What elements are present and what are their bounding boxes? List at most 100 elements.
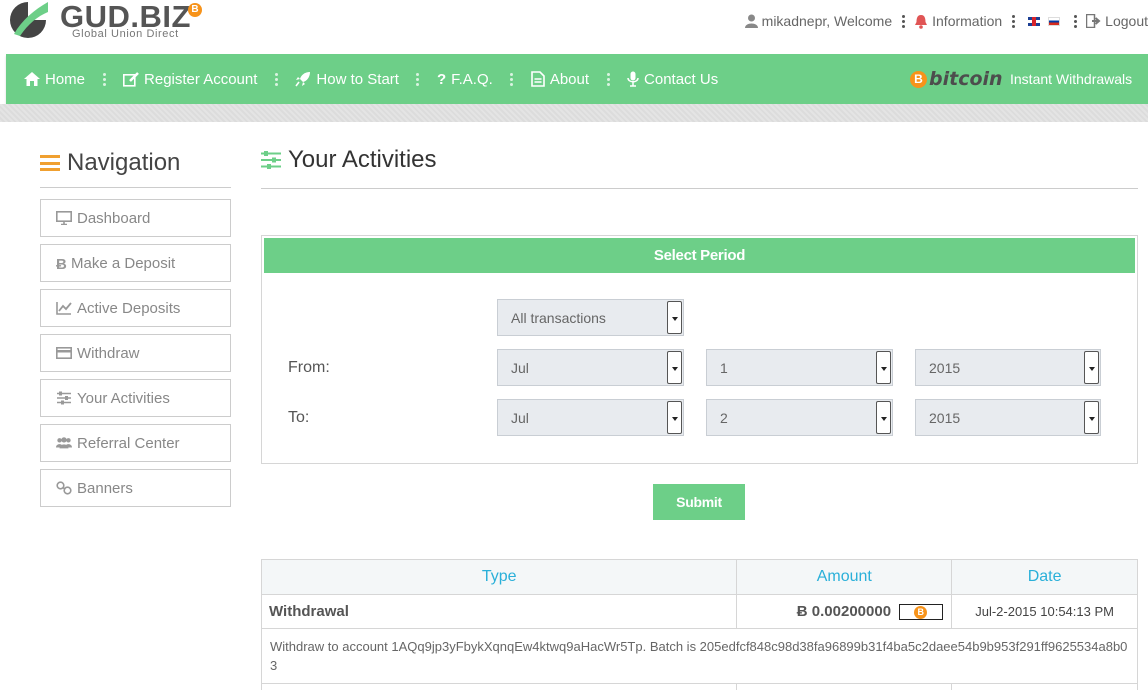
nav-about-label: About [549, 70, 590, 88]
nav-home-label: Home [45, 70, 86, 88]
table-cell [736, 683, 953, 690]
table-row-details: Withdraw to account 1AQq9jp3yFbykXqnqEw4… [261, 628, 1138, 684]
sidebar-title-text: Navigation [67, 149, 181, 176]
column-header-type[interactable]: Type [260, 559, 738, 595]
nav-contact-link[interactable]: Contact Us [627, 71, 718, 88]
from-month-select[interactable]: Jul [497, 349, 684, 386]
nav-separator [892, 13, 914, 30]
from-year-value: 2015 [929, 360, 961, 376]
logo-tagline: Global Union Direct [72, 28, 179, 40]
nav-separator [589, 71, 627, 88]
nav-home-link[interactable]: Home [24, 71, 85, 88]
transaction-type-select[interactable]: All transactions [497, 299, 684, 336]
chevron-down-icon [667, 351, 682, 384]
divider-band [0, 104, 1148, 122]
to-year-select[interactable]: 2015 [915, 399, 1101, 436]
nav-faq-link[interactable]: ? F.A.Q. [437, 71, 493, 88]
sliders-icon [57, 391, 71, 405]
site-logo[interactable]: GUD.BIZ B Global Union Direct [8, 0, 208, 44]
bitcoin-logo: B bitcoin [910, 68, 1003, 90]
table-row [260, 683, 1138, 690]
sidebar-divider [40, 187, 231, 188]
sidebar-item-make-deposit[interactable]: Ƀ Make a Deposit [40, 244, 231, 282]
sidebar-item-withdraw[interactable]: Withdraw [40, 334, 231, 372]
uk-flag-icon[interactable] [1028, 16, 1041, 26]
chevron-down-icon [1084, 401, 1099, 434]
sidebar-item-label: Banners [77, 479, 133, 497]
to-day-select[interactable]: 2 [706, 399, 893, 436]
row-description: Withdraw to account 1AQq9jp3yFbykXqnqEw4… [261, 628, 1138, 684]
chevron-down-icon [667, 301, 682, 334]
nav-separator [399, 71, 437, 88]
bitcoin-wordmark: bitcoin [929, 68, 1003, 90]
logout-text: Logout [1105, 13, 1148, 29]
row-amount: Ƀ 0.00200000 [796, 602, 892, 620]
sidebar-item-label: Dashboard [77, 209, 151, 227]
logout-link[interactable]: Logout [1086, 13, 1148, 29]
transaction-type-value: All transactions [511, 310, 606, 326]
page-title: Your Activities [260, 146, 437, 174]
nav-register-link[interactable]: Register Account [123, 71, 257, 88]
bitcoin-coin-icon: B [910, 70, 927, 88]
information-link[interactable]: Information [914, 13, 1002, 29]
submit-button[interactable]: Submit [653, 484, 745, 520]
rocket-icon [295, 72, 311, 87]
from-day-select[interactable]: 1 [706, 349, 893, 386]
top-header: GUD.BIZ B Global Union Direct mikadnepr,… [0, 0, 1148, 54]
nav-separator [1064, 13, 1086, 30]
to-month-select[interactable]: Jul [497, 399, 684, 436]
nav-faq-label: F.A.Q. [451, 70, 493, 88]
table-cell [951, 683, 1138, 690]
bell-icon [915, 14, 928, 29]
sidebar-item-label: Your Activities [77, 389, 170, 407]
menu-icon [40, 155, 60, 171]
microphone-icon [627, 71, 639, 87]
sidebar-item-label: Make a Deposit [71, 254, 176, 272]
user-welcome-link[interactable]: mikadnepr, Welcome [744, 13, 893, 29]
nav-how-to-start-link[interactable]: How to Start [295, 71, 399, 88]
document-icon [531, 71, 545, 87]
from-month-value: Jul [511, 360, 529, 376]
to-label: To: [288, 409, 310, 426]
sliders-icon [261, 151, 281, 169]
to-day-value: 2 [720, 410, 728, 426]
nav-separator [493, 71, 531, 88]
russia-flag-icon[interactable] [1048, 16, 1061, 26]
monitor-icon [56, 211, 72, 225]
select-period-header: Select Period [264, 238, 1135, 273]
nav-register-label: Register Account [144, 70, 258, 88]
nav-separator [1002, 13, 1024, 30]
sidebar-item-label: Withdraw [77, 344, 140, 362]
users-icon [56, 437, 72, 449]
chart-icon [56, 302, 72, 315]
table-row: Withdrawal Ƀ 0.00200000 B Jul-2-2015 10:… [260, 594, 1138, 629]
chevron-down-icon [876, 351, 891, 384]
column-header-date[interactable]: Date [951, 559, 1138, 595]
question-icon: ? [436, 70, 447, 88]
sidebar-item-your-activities[interactable]: Your Activities [40, 379, 231, 417]
card-icon [56, 346, 72, 359]
row-type: Withdrawal [260, 594, 738, 629]
sidebar-item-label: Active Deposits [77, 299, 181, 317]
chevron-down-icon [1084, 351, 1099, 384]
main-nav-links: Home Register Account How to Start ? F.A… [24, 54, 718, 104]
sidebar-item-label: Referral Center [77, 434, 180, 452]
sidebar-item-banners[interactable]: Banners [40, 469, 231, 507]
nav-about-link[interactable]: About [531, 71, 589, 88]
user-welcome-text: mikadnepr, Welcome [761, 13, 893, 29]
bitcoin-icon: Ƀ [56, 256, 67, 273]
column-header-amount[interactable]: Amount [736, 559, 953, 595]
sidebar-title: Navigation [40, 149, 180, 177]
nav-contact-label: Contact Us [644, 70, 719, 88]
title-divider [261, 188, 1138, 189]
from-year-select[interactable]: 2015 [915, 349, 1101, 386]
instant-withdrawals-text: Instant Withdrawals [1010, 71, 1133, 87]
sidebar-item-active-deposits[interactable]: Active Deposits [40, 289, 231, 327]
sidebar-item-dashboard[interactable]: Dashboard [40, 199, 231, 237]
to-year-value: 2015 [929, 410, 961, 426]
chevron-down-icon [876, 401, 891, 434]
nav-separator [85, 71, 123, 88]
information-text: Information [932, 13, 1003, 29]
edit-icon [123, 71, 139, 87]
sidebar-item-referral-center[interactable]: Referral Center [40, 424, 231, 462]
